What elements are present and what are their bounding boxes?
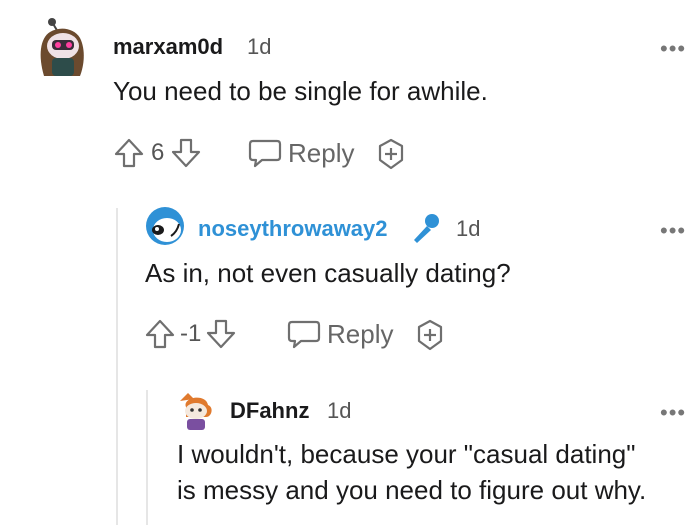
snoo-avatar-icon <box>40 18 84 76</box>
upvote-button[interactable] <box>144 318 176 350</box>
username[interactable]: DFahnz <box>230 398 309 424</box>
reply-label: Reply <box>288 137 355 168</box>
avatar[interactable] <box>145 206 185 246</box>
avatar[interactable] <box>36 16 88 78</box>
award-icon <box>378 138 404 170</box>
vote-count: 6 <box>151 139 165 166</box>
snoo-avatar-icon <box>146 207 184 245</box>
reply-button[interactable]: Reply <box>248 136 354 170</box>
award-icon <box>417 319 443 351</box>
microphone-icon <box>408 212 442 246</box>
downvote-icon <box>172 138 201 168</box>
avatar[interactable] <box>176 389 216 431</box>
thread-line <box>146 390 148 525</box>
downvote-button[interactable] <box>205 318 237 350</box>
more-options-button[interactable]: ••• <box>660 402 686 424</box>
award-button[interactable] <box>413 318 447 352</box>
vote-controls: -1 <box>144 317 237 351</box>
comment-age: 1d <box>327 398 352 423</box>
upvote-icon <box>145 319 175 349</box>
more-options-button[interactable]: ••• <box>660 38 686 60</box>
reply-label: Reply <box>327 318 394 349</box>
comment-body: As in, not even casually dating? <box>145 258 511 288</box>
comment-body-line-1: I wouldn't, because your "casual dating" <box>177 439 636 469</box>
more-options-button[interactable]: ••• <box>660 220 686 242</box>
vote-controls: 6 <box>113 136 202 170</box>
upvote-button[interactable] <box>113 137 145 169</box>
comment-bubble-icon <box>248 139 282 168</box>
vote-count: -1 <box>180 320 202 347</box>
comment-body-line-2: is messy and you need to figure out why. <box>177 475 647 505</box>
username[interactable]: marxam0d <box>113 34 223 60</box>
comment-body: You need to be single for awhile. <box>113 76 488 106</box>
thread-line <box>116 208 118 525</box>
username[interactable]: noseythrowaway2 <box>198 216 388 242</box>
reply-button[interactable]: Reply <box>287 317 393 351</box>
downvote-button[interactable] <box>170 137 202 169</box>
upvote-icon <box>114 138 144 168</box>
comment-age: 1d <box>456 216 481 241</box>
snoo-avatar-icon <box>180 393 212 430</box>
comment-age: 1d <box>247 34 272 59</box>
downvote-icon <box>207 319 236 349</box>
award-button[interactable] <box>374 137 408 171</box>
comment-bubble-icon <box>287 320 321 349</box>
